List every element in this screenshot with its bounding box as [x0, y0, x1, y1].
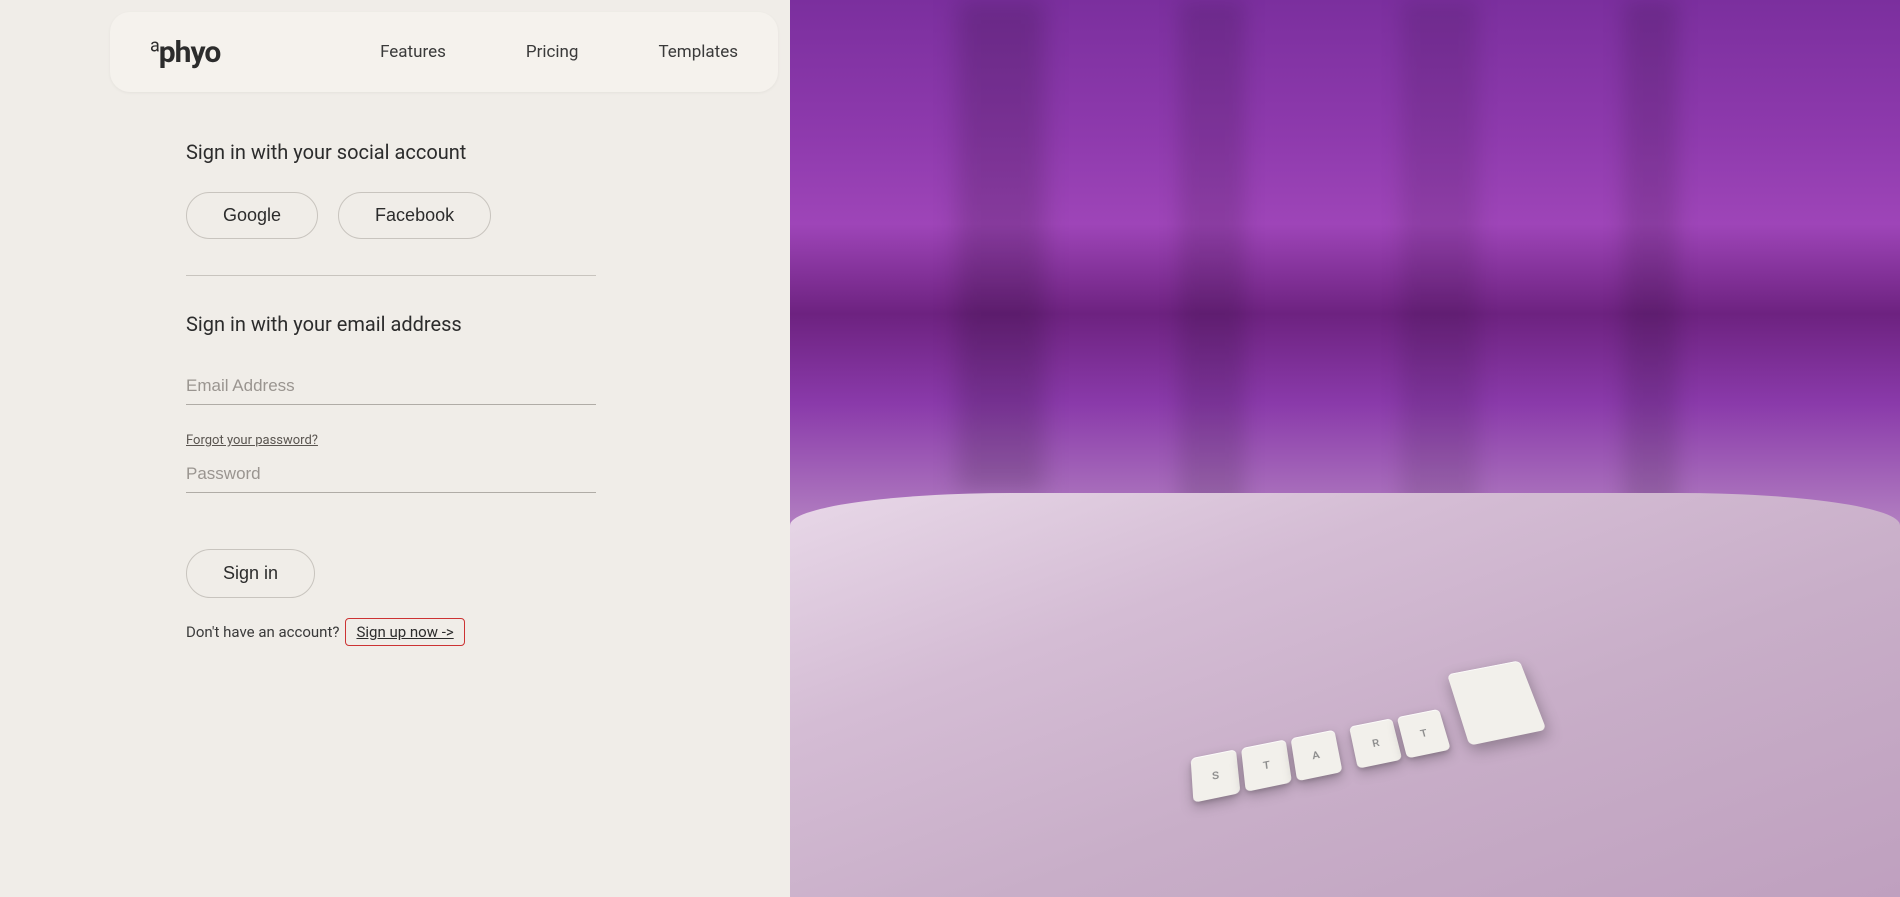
sign-in-button[interactable]: Sign in [186, 549, 315, 598]
email-form-group [186, 368, 596, 433]
social-buttons: Google Facebook [186, 192, 710, 239]
divider [186, 275, 596, 276]
logo-prefix: a [150, 35, 159, 56]
left-panel: aphyo Features Pricing Templates Sign in… [0, 0, 790, 897]
forgot-password-link[interactable]: Forgot your password? [186, 433, 710, 448]
nav-templates[interactable]: Templates [658, 42, 738, 62]
facebook-button[interactable]: Facebook [338, 192, 491, 239]
social-signin-section: Sign in with your social account Google … [186, 140, 710, 276]
nav-pricing[interactable]: Pricing [526, 42, 579, 62]
password-form-group [186, 456, 596, 521]
curtain-fold-1 [957, 0, 1046, 493]
curtain-fold-4 [1623, 0, 1679, 556]
nav-features[interactable]: Features [380, 42, 446, 62]
key-t2: T [1397, 709, 1451, 759]
key-r: R [1349, 718, 1402, 768]
email-input[interactable] [186, 368, 596, 405]
key-r-label: R [1371, 736, 1381, 749]
logo: aphyo [150, 35, 220, 70]
signup-link[interactable]: Sign up now -> [345, 618, 464, 646]
right-panel: S T A R T [790, 0, 1900, 897]
key-t2-label: T [1419, 727, 1429, 740]
social-signin-title: Sign in with your social account [186, 140, 710, 164]
key-s-label: S [1211, 769, 1219, 783]
no-account-text: Don't have an account? [186, 623, 339, 641]
signup-row: Don't have an account? Sign up now -> [186, 618, 710, 646]
nav-bar: aphyo Features Pricing Templates [110, 12, 778, 92]
logo-text: phyo [159, 35, 221, 70]
email-signin-section: Sign in with your email address Forgot y… [186, 312, 710, 646]
key-a-label: A [1312, 748, 1321, 761]
curtain-fold-3 [1401, 0, 1479, 520]
email-signin-title: Sign in with your email address [186, 312, 710, 336]
main-content: Sign in with your social account Google … [0, 140, 790, 646]
google-button[interactable]: Google [186, 192, 318, 239]
key-t-label: T [1262, 758, 1270, 771]
password-input[interactable] [186, 456, 596, 493]
page-wrapper: aphyo Features Pricing Templates Sign in… [0, 0, 1900, 897]
curtain-fold-2 [1179, 0, 1246, 538]
nav-links: Features Pricing Templates [380, 42, 738, 62]
